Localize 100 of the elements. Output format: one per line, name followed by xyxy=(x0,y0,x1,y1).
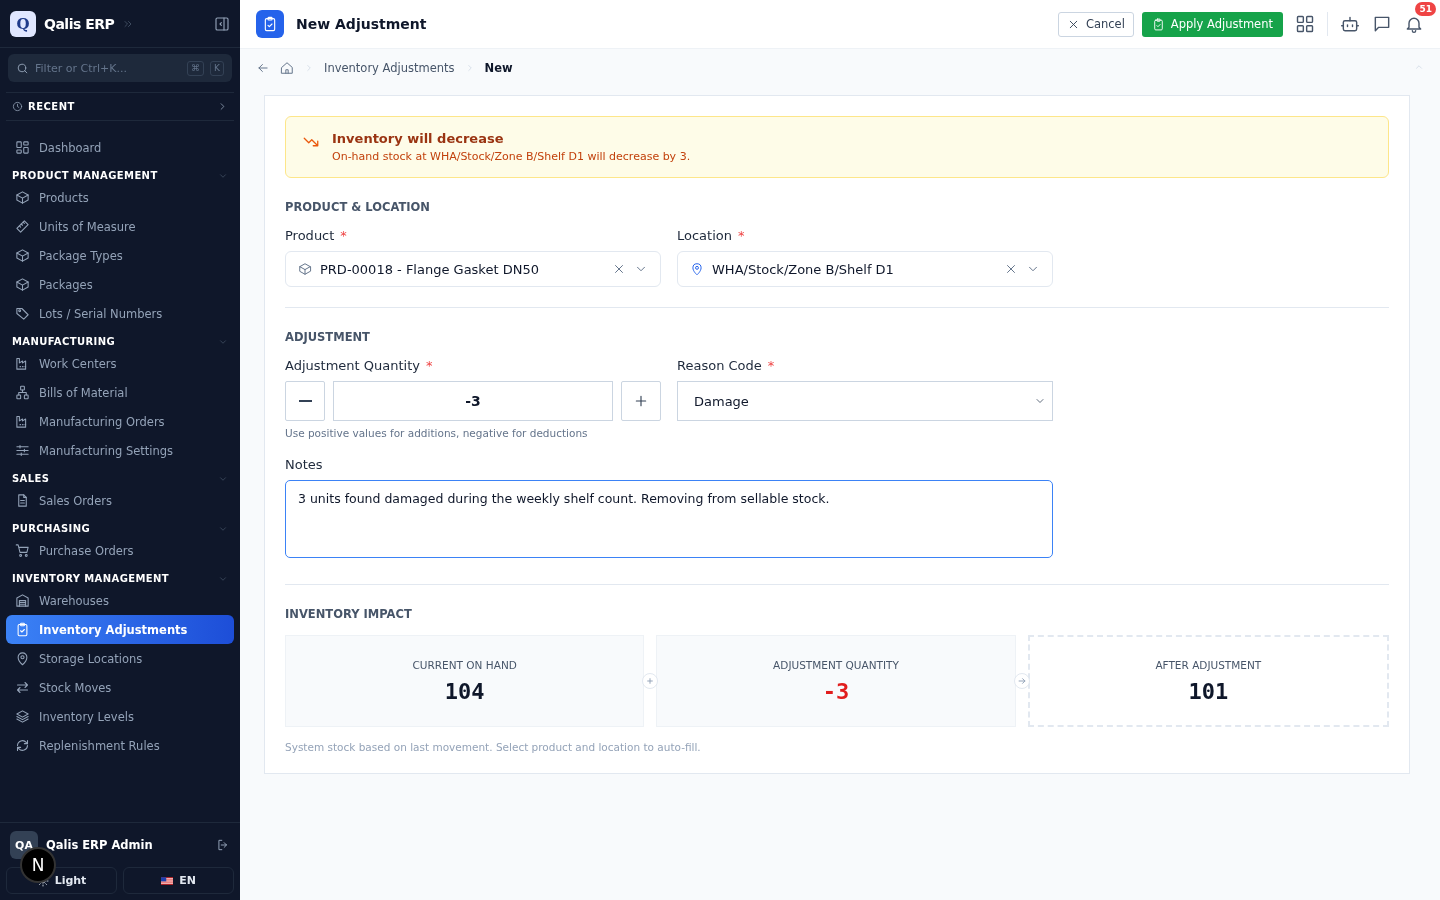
cancel-button[interactable]: Cancel xyxy=(1057,11,1134,37)
quantity-input[interactable]: -3 xyxy=(333,381,613,421)
increment-button[interactable] xyxy=(621,381,661,421)
location-pin-icon xyxy=(15,651,30,666)
breadcrumb-item[interactable]: Inventory Adjustments xyxy=(324,61,455,75)
clear-icon xyxy=(612,262,626,276)
card-value: -3 xyxy=(822,678,850,704)
language-button[interactable]: EN xyxy=(123,867,234,894)
collapse-icon xyxy=(1414,62,1424,72)
document-icon xyxy=(15,493,30,508)
clipboard-icon xyxy=(262,16,278,32)
refresh-icon xyxy=(15,738,30,753)
card-value: 101 xyxy=(1188,678,1229,704)
hierarchy-icon xyxy=(15,385,30,400)
warehouse-icon xyxy=(15,593,30,608)
box-icon xyxy=(15,277,30,292)
card-value: 104 xyxy=(444,678,485,704)
reason-select[interactable]: Damage xyxy=(677,381,1053,421)
sidebar-item[interactable]: Package Types xyxy=(6,241,234,270)
field-label: Adjustment Quantity xyxy=(285,358,420,373)
home-icon xyxy=(280,61,294,75)
layers-icon xyxy=(15,709,30,724)
impact-note: System stock based on last movement. Select product and location to auto-fill. xyxy=(285,741,702,753)
field-label: Reason Code xyxy=(677,358,762,373)
field-label: Location xyxy=(677,228,732,243)
section-heading: ADJUSTMENT xyxy=(285,330,371,344)
grid-icon xyxy=(15,140,30,155)
sidebar-item[interactable]: Stock Moves xyxy=(6,673,234,702)
sidebar-item[interactable]: Lots / Serial Numbers xyxy=(6,299,234,328)
logout-icon xyxy=(216,838,230,852)
sidebar-toggle-icon xyxy=(214,15,230,32)
sidebar-item[interactable]: Packages xyxy=(6,270,234,299)
alert-title: Inventory will decrease xyxy=(332,131,505,146)
chat-icon xyxy=(1372,14,1392,34)
sidebar-item[interactable]: Inventory Adjustments xyxy=(6,615,234,644)
section-heading[interactable]: INVENTORY MANAGEMENT xyxy=(12,573,170,584)
required-mark: * xyxy=(738,228,745,243)
section-heading: INVENTORY IMPACT xyxy=(285,607,413,621)
sidebar-item[interactable]: Inventory Levels xyxy=(6,702,234,731)
ruler-icon xyxy=(15,219,30,234)
box-icon xyxy=(298,262,312,276)
robot-icon xyxy=(1340,14,1360,34)
flag-icon xyxy=(161,874,174,887)
field-label: Notes xyxy=(285,457,323,472)
sliders-icon xyxy=(15,443,30,458)
required-mark: * xyxy=(767,358,775,373)
sidebar-item[interactable]: Sales Orders xyxy=(6,486,234,515)
field-label: Product xyxy=(285,228,335,243)
sidebar-item[interactable]: Manufacturing Orders xyxy=(6,407,234,436)
section-heading: PRODUCT & LOCATION xyxy=(285,200,431,214)
product-select[interactable]: PRD-00018 - Flange Gasket DN50 xyxy=(285,251,661,287)
sidebar-item[interactable]: Work Centers xyxy=(6,349,234,378)
sidebar-item[interactable]: Bills of Material xyxy=(6,378,234,407)
box-icon xyxy=(15,248,30,263)
sidebar-item[interactable]: Units of Measure xyxy=(6,212,234,241)
recent-section[interactable]: RECENT xyxy=(6,92,234,121)
section-heading[interactable]: PRODUCT MANAGEMENT xyxy=(12,170,158,181)
card-label: ADJUSTMENT QUANTITY xyxy=(773,658,899,671)
sidebar-item[interactable]: Purchase Orders xyxy=(6,536,234,565)
required-mark: * xyxy=(340,228,347,243)
search-icon xyxy=(16,61,29,75)
sidebar-item[interactable]: Dashboard xyxy=(6,133,234,162)
card-label: CURRENT ON HAND xyxy=(412,658,517,671)
clear-icon xyxy=(1004,262,1018,276)
clock-icon xyxy=(12,101,23,112)
location-pin-icon xyxy=(690,262,704,276)
notes-field[interactable]: 3 units found damaged during the weekly shelf count. Removing from sellable stock. xyxy=(285,480,1053,558)
shortcut-key: K xyxy=(210,60,224,76)
clipboard-icon xyxy=(1151,17,1165,31)
sidebar-item[interactable]: Products xyxy=(6,183,234,212)
required-mark: * xyxy=(425,358,433,373)
sidebar-item[interactable]: Manufacturing Settings xyxy=(6,436,234,465)
breadcrumb-item: New xyxy=(484,61,513,75)
page-title: New Adjustment xyxy=(296,16,428,32)
sidebar-item[interactable]: Replenishment Rules xyxy=(6,731,234,760)
chevron-icon xyxy=(304,63,314,73)
card-label: AFTER ADJUSTMENT xyxy=(1155,658,1262,671)
plus-icon xyxy=(633,393,649,409)
logo[interactable]: Q xyxy=(10,10,36,37)
field-hint: Use positive values for additions, negative for deductions xyxy=(285,427,589,439)
search-placeholder: Filter or Ctrl+K... xyxy=(35,61,128,75)
section-heading[interactable]: PURCHASING xyxy=(12,523,91,534)
section-heading[interactable]: MANUFACTURING xyxy=(12,336,116,347)
sidebar-item[interactable]: Storage Locations xyxy=(6,644,234,673)
clipboard-icon xyxy=(15,622,30,637)
box-icon xyxy=(15,190,30,205)
cart-icon xyxy=(15,543,30,558)
section-heading[interactable]: SALES xyxy=(12,473,50,484)
tag-icon xyxy=(15,306,30,321)
shortcut-key: ⌘ xyxy=(187,60,205,76)
location-select[interactable]: WHA/Stock/Zone B/Shelf D1 xyxy=(677,251,1053,287)
alert-message: On-hand stock at WHA/Stock/Zone B/Shelf D1 will decrease by 3. xyxy=(332,150,691,163)
apps-icon xyxy=(1295,14,1315,34)
minus-icon xyxy=(298,400,312,402)
brand-name: Qalis ERP xyxy=(44,15,115,32)
arrows-icon xyxy=(15,680,30,695)
back-icon xyxy=(256,61,270,75)
decrement-button[interactable] xyxy=(285,381,325,421)
notification-badge: 51 xyxy=(1415,2,1436,16)
sidebar-item[interactable]: Warehouses xyxy=(6,586,234,615)
